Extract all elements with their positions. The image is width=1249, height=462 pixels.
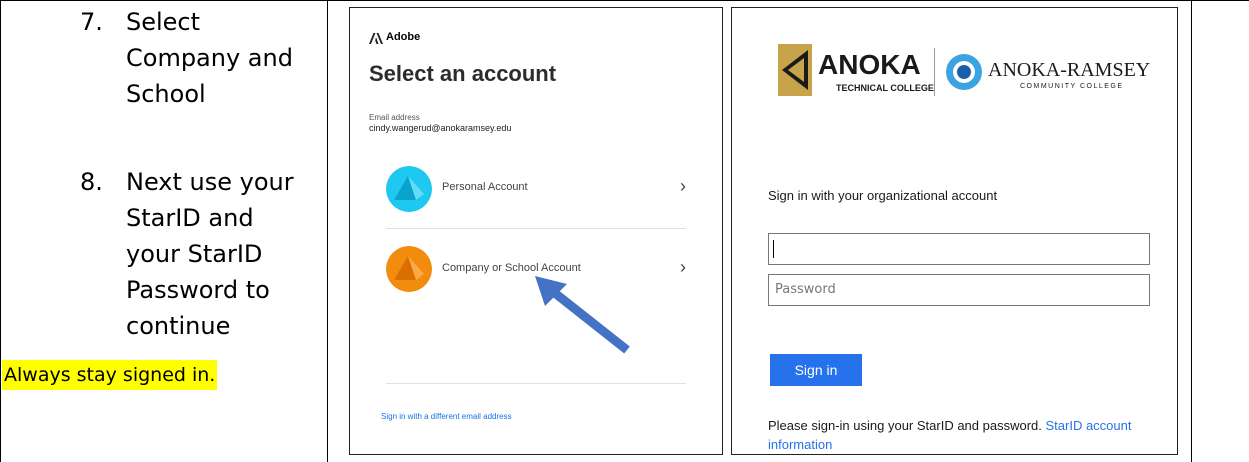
step-8-line: your StarID	[126, 240, 263, 268]
anoka-logo-subtext: TECHNICAL COLLEGE	[836, 83, 934, 93]
step-7-line: Company and	[126, 44, 293, 72]
table-border-right	[1191, 0, 1192, 462]
adobe-account-selector: Adobe Select an account Email address ci…	[349, 7, 723, 455]
chevron-right-icon: ›	[680, 257, 686, 277]
logo-divider	[934, 48, 935, 96]
table-border-left	[0, 0, 1, 462]
email-value: cindy.wangerud@anokaramsey.edu	[369, 123, 512, 133]
anoka-technical-college-logo: ANOKA TECHNICAL COLLEGE	[778, 44, 934, 96]
different-email-link[interactable]: Sign in with a different email address	[381, 412, 512, 421]
step-8: 8. Next use your StarID and your StarID …	[80, 164, 320, 354]
anoka-ramsey-logo-subtext: COMMUNITY COLLEGE	[1020, 83, 1124, 90]
table-border-middle	[327, 0, 328, 462]
divider	[386, 383, 686, 384]
step-8-line: Next use your	[126, 168, 294, 196]
company-account-icon	[386, 246, 432, 292]
personal-account-option[interactable]: Personal Account ›	[350, 160, 724, 218]
text-caret	[773, 240, 774, 258]
highlighted-note: Always stay signed in.	[2, 360, 218, 390]
divider	[386, 228, 686, 229]
personal-account-label: Personal Account	[442, 181, 528, 193]
step-7-text: Select Company and School	[126, 4, 293, 112]
adobe-logo-icon	[369, 33, 383, 44]
step-8-text: Next use your StarID and your StarID Pas…	[126, 164, 294, 344]
email-label: Email address	[369, 113, 420, 122]
password-field[interactable]: Password	[768, 274, 1150, 306]
step-8-line: continue	[126, 312, 231, 340]
anoka-ramsey-logo: ANOKA-RAMSEY COMMUNITY COLLEGE	[946, 54, 1150, 90]
anoka-signin-page: ANOKA TECHNICAL COLLEGE ANOKA-RAMSEY COM…	[731, 7, 1178, 455]
page-title: Select an account	[369, 61, 557, 86]
sign-in-button[interactable]: Sign in	[770, 354, 862, 386]
step-7-number: 7.	[80, 8, 103, 36]
step-8-line: StarID and	[126, 204, 254, 232]
password-placeholder: Password	[775, 282, 836, 297]
step-7-line: School	[126, 80, 206, 108]
help-text: Please sign-in using your StarID and pas…	[768, 418, 1042, 433]
help-text-block: Please sign-in using your StarID and pas…	[768, 416, 1168, 454]
anoka-ramsey-logo-text: ANOKA-RAMSEY	[988, 59, 1150, 81]
personal-account-icon	[386, 166, 432, 212]
step-7-line: Select	[126, 8, 201, 36]
table-border-top	[0, 0, 1249, 1]
pointer-arrow-icon	[535, 276, 630, 354]
username-field[interactable]	[768, 233, 1150, 265]
anoka-logo-text: ANOKA	[818, 49, 921, 80]
step-8-number: 8.	[80, 168, 103, 196]
adobe-brand-name: Adobe	[386, 31, 421, 43]
chevron-right-icon: ›	[680, 176, 686, 196]
step-7: 7. Select Company and School	[80, 4, 320, 114]
signin-prompt: Sign in with your organizational account	[768, 188, 998, 203]
step-8-line: Password to	[126, 276, 270, 304]
